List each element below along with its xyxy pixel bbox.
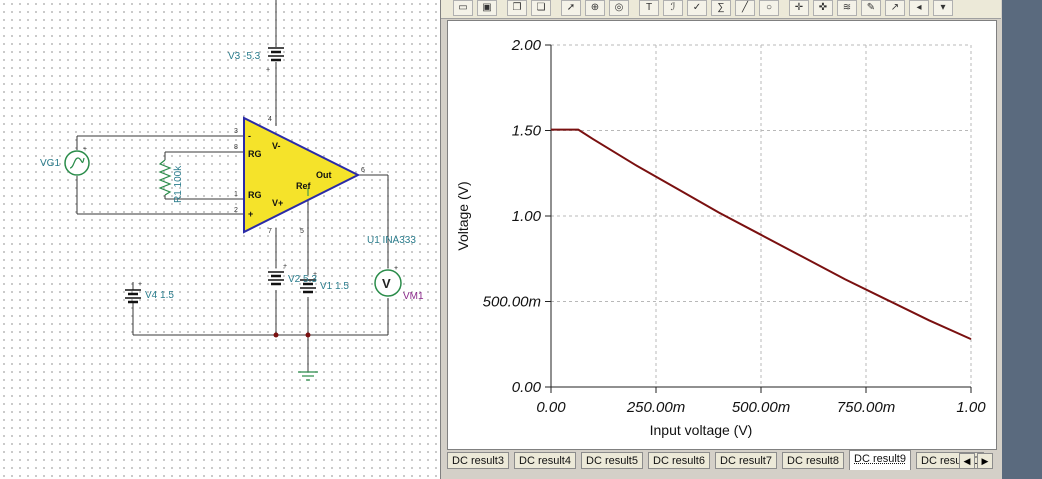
v3-label: V3 -5.3: [228, 51, 261, 62]
dc-transfer-chart: 0.00 250.00m 500.00m 750.00m 1.00 0.00 500.00m…: [455, 37, 986, 438]
pin-number: 5: [300, 228, 304, 235]
opamp-minus-label: -: [248, 131, 251, 141]
ground-icon: [298, 371, 318, 381]
opamp-ref-label: Ref: [296, 181, 312, 191]
meter-symbol: V: [382, 276, 391, 291]
vg1-source: [64, 150, 90, 176]
zoom-in-icon[interactable]: ⊕: [585, 0, 605, 16]
scroll-left-icon[interactable]: ◂: [909, 0, 929, 16]
pin-number: 1: [234, 191, 238, 198]
opamp-vplus-label: V+: [272, 198, 283, 208]
svg-text:+: +: [83, 146, 87, 153]
schematic-canvas[interactable]: + + + + + V + 3 8 1 2 6 7 5 4 - RG RG + …: [0, 0, 440, 479]
zoom-100-icon[interactable]: ◎: [609, 0, 629, 16]
vg1-label: VG1: [40, 158, 60, 169]
open-icon[interactable]: ▭: [453, 0, 473, 16]
x-tick-label: 1.00: [956, 399, 986, 416]
curve-icon[interactable]: ≋: [837, 0, 857, 16]
copy-icon[interactable]: ❐: [507, 0, 527, 16]
svg-text:+: +: [138, 281, 142, 288]
marker-icon[interactable]: ✓: [687, 0, 707, 16]
pen-icon[interactable]: ✎: [861, 0, 881, 16]
plot-area[interactable]: 0.00 250.00m 500.00m 750.00m 1.00 0.00 500.00m…: [447, 20, 997, 450]
pointer-icon[interactable]: ➚: [561, 0, 581, 16]
r1-resistor: [158, 159, 172, 196]
toolbar: ▭ ▣ ❐ ❏ ➚ ⊕ ◎ T ℐ ✓ ∑ ╱ ○ ✛ ✜ ≋ ✎ ↗ ◂ ▾: [441, 0, 1001, 19]
opamp-vminus-label: V-: [272, 141, 281, 151]
opamp-rg-top-label: RG: [248, 149, 262, 159]
circle-icon[interactable]: ○: [759, 0, 779, 16]
svg-text:+: +: [283, 263, 287, 270]
v1-label: V1 1.5: [320, 281, 349, 292]
x-tick-label: 750.00m: [837, 399, 895, 416]
tab-dc-result8[interactable]: DC result8: [782, 452, 844, 469]
pin-number: 6: [361, 167, 365, 174]
tab-dc-result4[interactable]: DC result4: [514, 452, 576, 469]
y-tick-label: 0.00: [512, 379, 542, 396]
cursor-a-icon[interactable]: ✛: [789, 0, 809, 16]
save-icon[interactable]: ▣: [477, 0, 497, 16]
line-icon[interactable]: ╱: [735, 0, 755, 16]
pin-number: 8: [234, 144, 238, 151]
opamp-out-label: Out: [316, 170, 332, 180]
arrow-icon[interactable]: ↗: [885, 0, 905, 16]
background-panel: [1002, 0, 1042, 479]
x-axis-label: Input voltage (V): [650, 422, 753, 438]
tab-dc-result6[interactable]: DC result6: [648, 452, 710, 469]
pin-number: 4: [268, 116, 272, 123]
y-tick-label: 1.00: [512, 208, 542, 225]
svg-text:+: +: [394, 265, 398, 272]
text-icon[interactable]: T: [639, 0, 659, 16]
label-icon[interactable]: ℐ: [663, 0, 683, 16]
u1-label: U1 INA333: [367, 235, 416, 246]
pin-number: 3: [234, 128, 238, 135]
paste-icon[interactable]: ❏: [531, 0, 551, 16]
opamp-rg-bottom-label: RG: [248, 190, 262, 200]
cursor-b-icon[interactable]: ✜: [813, 0, 833, 16]
tab-dc-result9[interactable]: DC result9: [849, 450, 911, 470]
pin-number: 7: [268, 228, 272, 235]
tab-dc-result5[interactable]: DC result5: [581, 452, 643, 469]
schematic-drawing: + + + + + V + 3 8 1 2 6 7 5 4 - RG RG + …: [40, 0, 424, 381]
opamp-plus-label: +: [248, 209, 253, 219]
tab-scroll-right-icon[interactable]: ▶: [977, 453, 993, 469]
tab-dc-result3[interactable]: DC result3: [447, 452, 509, 469]
y-tick-label: 2.00: [511, 37, 542, 54]
tab-scroll-left-icon[interactable]: ◀: [959, 453, 975, 469]
tab-dc-result7[interactable]: DC result7: [715, 452, 777, 469]
x-tick-label: 250.00m: [626, 399, 685, 416]
formula-icon[interactable]: ∑: [711, 0, 731, 16]
v3-battery: [268, 47, 284, 62]
pin-number: 2: [234, 207, 238, 214]
svg-text:+: +: [266, 67, 270, 74]
analysis-result-window: ▭ ▣ ❐ ❏ ➚ ⊕ ◎ T ℐ ✓ ∑ ╱ ○ ✛ ✜ ≋ ✎ ↗ ◂ ▾ 0.00 250.00m 500.00m 7…: [440, 0, 1004, 479]
y-tick-label: 500.00m: [483, 294, 541, 311]
v4-label: V4 1.5: [145, 290, 174, 301]
ina333-opamp: [243, 116, 361, 234]
dropdown-icon[interactable]: ▾: [933, 0, 953, 16]
y-axis-label: Voltage (V): [455, 181, 471, 250]
vm1-label: VM1: [403, 291, 424, 302]
v2-label: V2 5.3: [288, 274, 317, 285]
x-tick-label: 0.00: [536, 399, 566, 416]
result-tabs: DC result3 DC result4 DC result5 DC result6…: [447, 450, 1003, 472]
y-tick-label: 1.50: [512, 123, 542, 140]
x-tick-label: 500.00m: [732, 399, 790, 416]
r1-label: R1 100k: [173, 165, 184, 203]
